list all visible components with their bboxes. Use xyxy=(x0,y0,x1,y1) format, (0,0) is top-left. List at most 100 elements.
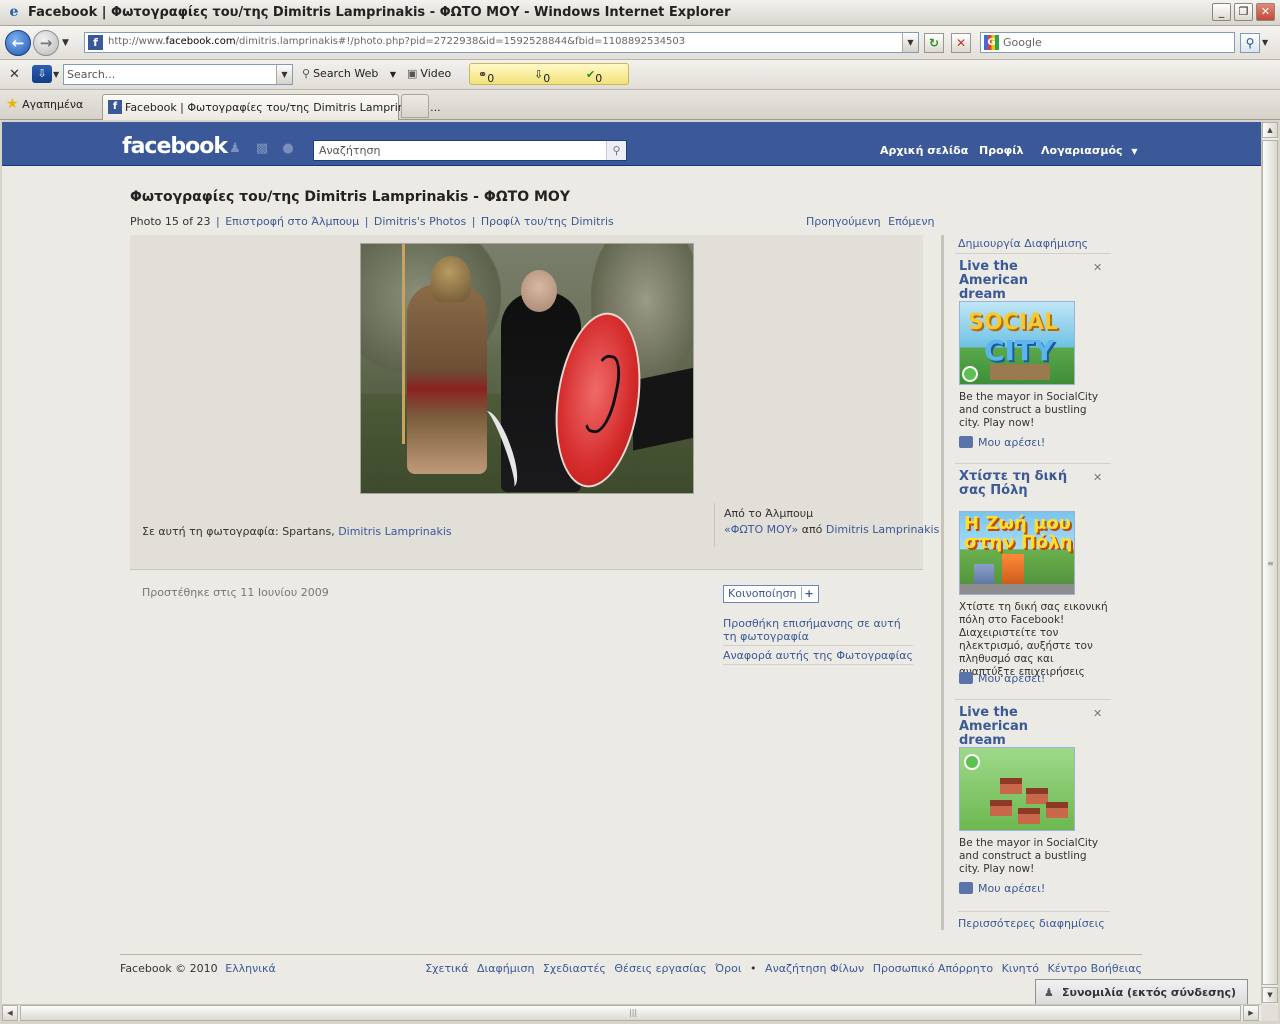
footer-links: Σχετικά Διαφήμιση Σχεδιαστές Θέσεις εργα… xyxy=(420,962,1142,975)
restore-button[interactable]: ❐ xyxy=(1234,3,1253,21)
facebook-logo[interactable]: facebook xyxy=(122,134,228,159)
page-footer: Facebook © 2010 Ελληνικά Σχετικά Διαφήμι… xyxy=(120,954,1142,978)
ad-like-button[interactable]: Μου αρέσει! xyxy=(959,436,1045,449)
star-icon: ★ xyxy=(6,96,19,112)
ad-image-my-city[interactable]: Η Ζωή μου στην Πόλη xyxy=(959,511,1075,595)
next-photo-link[interactable]: Επόμενη xyxy=(888,215,934,228)
main-photo[interactable] xyxy=(360,243,694,494)
footer-link-advertising[interactable]: Διαφήμιση xyxy=(477,962,534,975)
favorites-button[interactable]: ★ Αγαπημένα xyxy=(6,96,83,112)
ad-title[interactable]: Live the American dream xyxy=(959,260,1079,302)
messages-icon[interactable]: ▩ xyxy=(254,142,270,156)
nav-account-link[interactable]: Λογαριασμός ▼ xyxy=(1041,144,1138,157)
footer-link-find-friends[interactable]: Αναζήτηση Φίλων xyxy=(765,962,864,975)
vertical-scroll-thumb[interactable]: ≡ xyxy=(1262,140,1278,985)
tab-facebook[interactable]: f Facebook | Φωτογραφίες του/της Dimitri… xyxy=(102,94,441,120)
page-viewport: facebook ♟ ▩ ● Αναζήτηση ⚲ Αρχική σελίδα… xyxy=(2,122,1261,1004)
ie-logo-icon: e xyxy=(9,4,19,20)
horizontal-scroll-thumb[interactable]: ||| xyxy=(20,1005,1241,1021)
notifications-icon[interactable]: ● xyxy=(280,142,296,156)
refresh-icon[interactable]: ↻ xyxy=(924,33,944,53)
scroll-up-icon[interactable]: ▲ xyxy=(1262,122,1278,138)
more-ads-link[interactable]: Περισσότερες διαφημίσεις xyxy=(958,911,1110,930)
toolbar-logo-dropdown-icon[interactable]: ▼ xyxy=(53,70,59,79)
ad-title[interactable]: Live the American dream xyxy=(959,706,1079,748)
search-options-icon[interactable]: ▼ xyxy=(1262,38,1268,47)
scroll-down-icon[interactable]: ▼ xyxy=(1262,987,1278,1003)
ad-image-social-city[interactable]: SOCIAL CITY xyxy=(959,301,1075,385)
nav-profile-link[interactable]: Προφίλ xyxy=(979,144,1024,157)
toolbar-search-placeholder: Search... xyxy=(67,68,116,81)
back-to-album-link[interactable]: Επιστροφή στο Άλμπουμ xyxy=(225,215,359,228)
history-dropdown-icon[interactable]: ▼ xyxy=(62,38,69,48)
minimize-button[interactable]: _ xyxy=(1212,3,1231,21)
toolbar-search-input[interactable]: Search... ▼ xyxy=(63,64,293,85)
back-button[interactable]: ← xyxy=(5,30,31,56)
footer-link-terms[interactable]: Όροι xyxy=(715,962,741,975)
report-photo-link[interactable]: Αναφορά αυτής της Φωτογραφίας xyxy=(723,649,913,665)
search-web-button[interactable]: ⚲ Search Web ▼ xyxy=(302,67,396,80)
new-tab-button[interactable] xyxy=(401,94,429,118)
forward-button[interactable]: → xyxy=(33,30,59,56)
nav-home-link[interactable]: Αρχική σελίδα xyxy=(880,144,968,157)
album-info: Από το Άλμπουμ «ΦΩΤΟ ΜΟΥ» από Dimitris L… xyxy=(714,503,939,547)
counter-2[interactable]: ⇩ 0 xyxy=(534,68,550,85)
added-date: Προστέθηκε στις 11 Ιουνίου 2009 xyxy=(142,586,329,599)
video-button[interactable]: ▣ Video xyxy=(407,67,451,80)
create-ad-link[interactable]: Δημιουργία Διαφήμισης xyxy=(958,237,1088,250)
stop-icon[interactable]: ✕ xyxy=(951,33,971,53)
scroll-left-icon[interactable]: ◀ xyxy=(2,1005,18,1021)
ad-text: Χτίστε τη δική σας εικονική πόλη στο Fac… xyxy=(959,601,1108,678)
footer-link-privacy[interactable]: Προσωπικό Απόρρητο xyxy=(873,962,993,975)
navigation-bar: ← → ▼ f http://www.facebook.com/dimitris… xyxy=(0,26,1280,60)
previous-photo-link[interactable]: Προηγούμενη xyxy=(806,215,881,228)
toolbar-logo-icon[interactable]: ⇩ xyxy=(32,65,52,83)
friend-requests-icon[interactable]: ♟ xyxy=(227,142,243,156)
search-provider-box[interactable]: G Google xyxy=(980,32,1235,53)
tv-icon: ▣ xyxy=(407,67,418,80)
add-tag-link[interactable]: Προσθήκη επισήμανσης σε αυτή τη φωτογραφ… xyxy=(723,617,913,646)
address-dropdown-icon[interactable]: ▼ xyxy=(902,33,918,52)
close-window-button[interactable]: ✕ xyxy=(1256,3,1275,21)
tag-dimitris-link[interactable]: Dimitris Lamprinakis xyxy=(338,525,451,538)
ad-image-houses[interactable] xyxy=(959,747,1075,831)
address-bar[interactable]: f http://www.facebook.com/dimitris.lampr… xyxy=(84,32,919,53)
horizontal-scrollbar[interactable]: ◀ ||| ▶ xyxy=(2,1004,1261,1021)
language-link[interactable]: Ελληνικά xyxy=(225,962,276,975)
users-photos-link[interactable]: Dimitris's Photos xyxy=(374,215,466,228)
toolbar-close-icon[interactable]: ✕ xyxy=(9,67,20,82)
ad-text: Be the mayor in SocialCity and construct… xyxy=(959,837,1099,875)
album-by-label: από xyxy=(801,523,823,536)
toolbar-search-dropdown-icon[interactable]: ▼ xyxy=(276,65,292,84)
search-icon[interactable]: ⚲ xyxy=(606,141,626,160)
ad-like-button[interactable]: Μου αρέσει! xyxy=(959,672,1045,685)
leaf-icon xyxy=(962,366,978,382)
vertical-scrollbar[interactable]: ▲ ≡ ▼ xyxy=(1261,122,1278,1004)
album-link[interactable]: «ΦΩΤΟ ΜΟΥ» xyxy=(724,523,798,536)
facebook-search-input[interactable]: Αναζήτηση ⚲ xyxy=(313,140,627,161)
footer-link-about[interactable]: Σχετικά xyxy=(425,962,468,975)
close-icon[interactable]: ✕ xyxy=(1093,261,1102,274)
tags-label: Σε αυτή τη φωτογραφία: xyxy=(142,525,279,538)
footer-link-help[interactable]: Κέντρο Βοήθειας xyxy=(1048,962,1143,975)
chat-bar[interactable]: ♟ Συνομιλία (εκτός σύνδεσης) xyxy=(1035,979,1248,1004)
footer-link-careers[interactable]: Θέσεις εργασίας xyxy=(614,962,706,975)
ad-title[interactable]: Χτίστε τη δική σας Πόλη xyxy=(959,470,1079,498)
close-icon[interactable]: ✕ xyxy=(1093,707,1102,720)
counter-1[interactable]: ⚭ 0 xyxy=(478,68,494,85)
search-provider-placeholder: Google xyxy=(1003,36,1042,49)
close-icon[interactable]: ✕ xyxy=(1093,471,1102,484)
profile-link[interactable]: Προφίλ του/της Dimitris xyxy=(481,215,614,228)
plus-icon: + xyxy=(800,587,814,600)
search-go-icon[interactable]: ⚲ xyxy=(1240,33,1260,53)
chat-people-icon: ♟ xyxy=(1044,986,1054,999)
footer-link-mobile[interactable]: Κινητό xyxy=(1002,962,1039,975)
counter-3[interactable]: ✔ 0 xyxy=(586,68,602,85)
footer-link-developers[interactable]: Σχεδιαστές xyxy=(543,962,606,975)
scroll-right-icon[interactable]: ▶ xyxy=(1243,1005,1259,1021)
share-button[interactable]: Κοινοποίηση + xyxy=(723,585,819,603)
tab-label: Facebook | Φωτογραφίες του/της Dimitris … xyxy=(125,101,441,114)
album-owner-link[interactable]: Dimitris Lamprinakis xyxy=(826,523,939,536)
ad-like-button[interactable]: Μου αρέσει! xyxy=(959,882,1045,895)
copyright: Facebook © 2010 xyxy=(120,962,218,975)
